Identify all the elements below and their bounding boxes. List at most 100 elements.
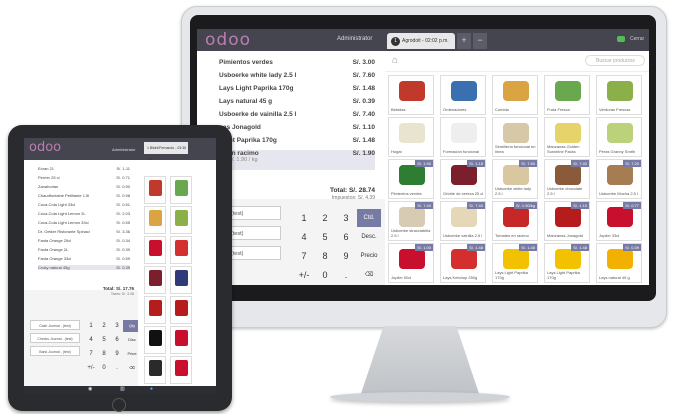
order-line[interactable]: Coca-Cola Light 33cl S/. 0.51 xyxy=(38,202,130,207)
delete-order-button[interactable]: − xyxy=(473,33,487,49)
numpad-key[interactable]: 4 xyxy=(294,228,314,246)
product-tile[interactable] xyxy=(170,296,192,324)
numpad-key[interactable]: 2 xyxy=(315,209,335,227)
numpad-key[interactable]: 0 xyxy=(97,362,111,374)
numpad-key[interactable]: Precio xyxy=(357,247,381,265)
product-tile[interactable]: Jupiler 50cl S/. 1.00 xyxy=(388,243,434,283)
order-line[interactable]: Coca-Cola Light Lemon 2L S/. 2.03 xyxy=(38,211,130,216)
product-tile[interactable]: Griotte de cereza 25 cl S/. 1.18 xyxy=(440,159,486,199)
numpad-key[interactable]: 9 xyxy=(110,348,124,360)
numpad-key[interactable]: +/- xyxy=(84,362,98,374)
numpad-key[interactable]: 4 xyxy=(84,334,98,346)
product-tile[interactable]: Bebidas xyxy=(388,75,434,115)
product-tile[interactable]: Fruta Fresca xyxy=(544,75,590,115)
product-tile[interactable]: Tomates en racimo S/. 1.90/kg xyxy=(492,201,538,241)
close-button[interactable]: Cerrar xyxy=(630,36,644,42)
numpad-key[interactable]: Desc. xyxy=(357,228,381,246)
numpad-key[interactable]: 7 xyxy=(84,348,98,360)
browser-icon[interactable]: ● xyxy=(150,386,153,392)
order-line[interactable]: Chaudfontaine Petillante 1.5l S/. 0.98 xyxy=(38,193,130,198)
product-tile[interactable] xyxy=(170,266,192,294)
store-icon[interactable]: ▥ xyxy=(120,386,125,392)
product-tile[interactable]: Semillería funcional en línea xyxy=(492,117,538,157)
numpad-key[interactable]: . xyxy=(110,362,124,374)
numpad-key[interactable]: 3 xyxy=(110,320,124,332)
order-line[interactable]: nas Jonagold S/. 1.10 xyxy=(219,124,375,131)
order-line[interactable]: Light Paprika 170g S/. 1.48 xyxy=(219,137,375,144)
product-tile[interactable] xyxy=(144,266,166,294)
product-tile[interactable] xyxy=(170,236,192,264)
order-line[interactable]: Lays natural 45 g S/. 0.39 xyxy=(219,98,375,105)
product-tile[interactable]: Usboerke vainilla 2.5 l S/. 7.40 xyxy=(440,201,486,241)
order-line[interactable]: Perrier 25 cl S/. 0.71 xyxy=(38,175,130,180)
journal-button[interactable]: Cash Journal - (test) xyxy=(30,320,80,330)
order-line[interactable]: Usboerke de vainilla 2.5 l S/. 7.40 xyxy=(219,111,375,118)
product-tile[interactable] xyxy=(144,296,166,324)
journal-button[interactable]: Checks Journal - (test) xyxy=(30,333,80,343)
numpad-key[interactable]: +/- xyxy=(294,266,314,284)
numpad-key[interactable]: 0 xyxy=(315,266,335,284)
product-tile[interactable] xyxy=(144,206,166,234)
product-tile[interactable]: Manzanas Jonagold S/. 1.10 xyxy=(544,201,590,241)
numpad-key[interactable]: 2 xyxy=(97,320,111,332)
product-tile[interactable]: Comida xyxy=(492,75,538,115)
product-tile[interactable]: Lays Light Paprika 170g S/. 1.48 xyxy=(544,243,590,283)
journal-button[interactable]: Bank Journal - (test) xyxy=(30,346,80,356)
order-line[interactable]: es en racimo S/. 1.90 g a S/. 1.90 / kg xyxy=(219,150,375,170)
product-tile[interactable]: Peras Granny Smith xyxy=(596,117,642,157)
home-icon[interactable]: ⌂ xyxy=(392,55,398,66)
numpad-key[interactable]: ⌫ xyxy=(357,266,381,284)
game-icon[interactable]: ◉ xyxy=(88,386,92,392)
product-tile[interactable] xyxy=(170,326,192,354)
numpad-key[interactable]: 8 xyxy=(97,348,111,360)
product-tile[interactable]: Usboerke white lady 2.5 l S/. 7.60 xyxy=(492,159,538,199)
product-tile[interactable] xyxy=(170,206,192,234)
numpad-key[interactable]: 7 xyxy=(294,247,314,265)
numpad-key[interactable]: 5 xyxy=(315,228,335,246)
product-tile[interactable]: Manzanas Golden Sunshine Packs xyxy=(544,117,590,157)
product-tile[interactable] xyxy=(170,356,192,384)
product-tile[interactable] xyxy=(144,176,166,204)
numpad-key[interactable]: 1 xyxy=(84,320,98,332)
numpad-key[interactable]: 5 xyxy=(97,334,111,346)
user-name[interactable]: Administrator xyxy=(112,147,136,152)
product-tile[interactable]: Usboerke stracciatella 2.5 l S/. 7.40 xyxy=(388,201,434,241)
product-tile[interactable]: Usboerke chocolate 2.5 l S/. 7.40 xyxy=(544,159,590,199)
order-line[interactable]: Dr. Oetker Ristorante Spinaci S/. 3.36 xyxy=(38,229,130,234)
product-tile[interactable]: Hogar xyxy=(388,117,434,157)
product-tile[interactable] xyxy=(170,176,192,204)
product-tile[interactable] xyxy=(144,236,166,264)
order-line[interactable]: Ecran 21 S/. 1.11 xyxy=(38,166,130,171)
product-tile[interactable]: Ordenadores xyxy=(440,75,486,115)
order-tab[interactable]: 1 Bikini/Fernando - 03:36 p.m. xyxy=(144,142,188,162)
numpad-key[interactable]: 9 xyxy=(336,247,356,265)
order-line[interactable]: Fanta Orange 25cl S/. 0.34 xyxy=(38,238,130,243)
order-line[interactable]: Fanta Orange 33cl S/. 0.59 xyxy=(38,256,130,261)
numpad-key[interactable]: 1 xyxy=(294,209,314,227)
order-line[interactable]: Pimientos verdes S/. 3.00 xyxy=(219,59,375,66)
product-tile[interactable]: Usboerke Mocha 2.5 l S/. 7.20 xyxy=(596,159,642,199)
order-tab[interactable]: 1 Agrodoit - 02:02 p.m. xyxy=(387,33,455,49)
product-tile[interactable]: Lays natural 45 g S/. 0.39 xyxy=(596,243,642,283)
order-line[interactable]: Usboerke white lady 2.5 l S/. 7.60 xyxy=(219,72,375,79)
numpad-key[interactable]: 8 xyxy=(315,247,335,265)
new-order-button[interactable]: + xyxy=(457,33,471,49)
product-tile[interactable]: Lays Ketchup 250g S/. 1.48 xyxy=(440,243,486,283)
numpad-key[interactable]: 3 xyxy=(336,209,356,227)
product-tile[interactable]: Lays Light Paprika 170g S/. 1.48 xyxy=(492,243,538,283)
user-name[interactable]: Administrator xyxy=(337,36,372,42)
numpad-key[interactable]: 6 xyxy=(110,334,124,346)
search-input[interactable]: Buscar productos xyxy=(585,55,645,66)
product-tile[interactable]: Pimientos verdes S/. 1.90 xyxy=(388,159,434,199)
ipad-home-button[interactable] xyxy=(112,398,126,412)
product-tile[interactable]: Formación funcional xyxy=(440,117,486,157)
product-tile[interactable] xyxy=(144,326,166,354)
numpad-key[interactable]: Ctd. xyxy=(357,209,381,227)
order-line[interactable]: Coca-Cola Light Lemon 33cl S/. 0.55 xyxy=(38,220,130,225)
product-tile[interactable]: Jupiler 33cl S/. 0.77 xyxy=(596,201,642,241)
order-line[interactable]: Lays Light Paprika 170g S/. 1.48 xyxy=(219,85,375,92)
order-line[interactable]: Fanta Orange 2L S/. 0.39 xyxy=(38,247,130,252)
numpad-key[interactable]: . xyxy=(336,266,356,284)
product-tile[interactable]: Verduras Frescas xyxy=(596,75,642,115)
product-tile[interactable] xyxy=(144,356,166,384)
